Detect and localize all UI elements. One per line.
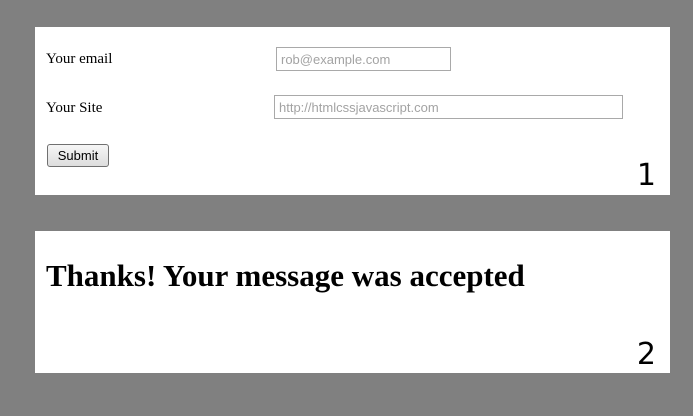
panel-number-2: 2 [636,337,656,372]
confirmation-message: Thanks! Your message was accepted [46,258,525,293]
email-input[interactable] [276,47,451,71]
email-label: Your email [46,51,113,67]
panel-number-1: 1 [636,158,656,193]
site-input[interactable] [274,95,623,119]
site-label: Your Site [46,100,103,116]
confirmation-panel: Thanks! Your message was accepted 2 [35,231,670,373]
submit-button[interactable]: Submit [47,144,109,167]
form-panel: Your email Your Site Submit 1 [35,27,670,195]
